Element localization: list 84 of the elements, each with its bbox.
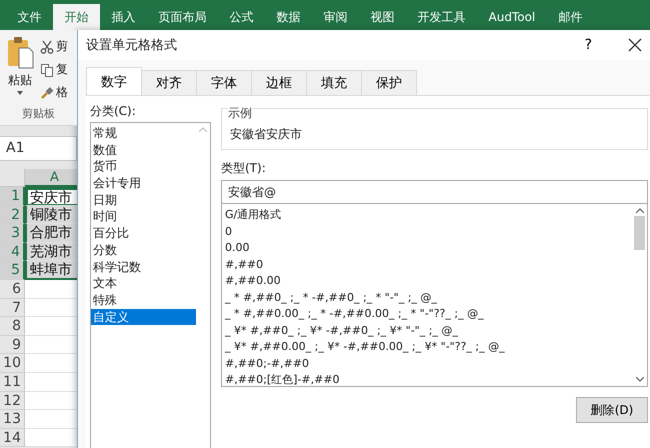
ribbon-tab[interactable]: 页面布局 — [147, 4, 218, 30]
copy-icon — [40, 62, 54, 76]
category-item[interactable]: 分数 — [91, 242, 196, 258]
scroll-up-icon[interactable] — [636, 208, 644, 213]
row-header[interactable]: 7 — [0, 298, 25, 318]
sample-title: 示例 — [228, 107, 252, 119]
ribbon-command[interactable]: 格 — [40, 84, 77, 101]
help-button[interactable]: ? — [578, 36, 598, 54]
delete-button[interactable]: 删除(D) — [576, 397, 648, 423]
paste-button[interactable]: 粘贴 — [0, 30, 40, 105]
dialog-title: 设置单元格格式 — [86, 37, 178, 54]
row-header[interactable]: 2 — [0, 206, 25, 224]
column-header[interactable]: A — [25, 169, 77, 187]
ribbon-tab[interactable]: 邮件 — [546, 4, 594, 30]
type-field[interactable]: 安徽省@ — [221, 180, 648, 204]
table-cell: 蚌埠市 — [25, 261, 77, 280]
table-cell: 铜陵市 — [25, 206, 77, 224]
format-item[interactable]: _ * #,##0_ ;_ * -#,##0_ ;_ * "-"_ ;_ @_ — [225, 290, 632, 306]
dialog-tab[interactable]: 字体 — [196, 70, 252, 95]
format-item[interactable]: _ * #,##0.00_ ;_ * -#,##0.00_ ;_ * "-"??_ ;_ @_ — [225, 306, 632, 322]
row-header[interactable]: 1 — [0, 187, 25, 206]
ribbon-tab[interactable]: AudTool — [477, 4, 547, 30]
category-item[interactable]: 会计专用 — [91, 175, 196, 192]
table-cell: 安庆市 — [25, 187, 77, 206]
row-header[interactable]: 5 — [0, 261, 25, 280]
category-item[interactable]: 自定义 — [91, 308, 196, 326]
category-item[interactable]: 货币 — [91, 158, 196, 176]
format-item[interactable]: #,##0;[红色]-#,##0 — [225, 372, 632, 388]
row-header[interactable]: 11 — [0, 372, 25, 392]
dialog-tab[interactable]: 填充 — [306, 70, 362, 95]
row-header[interactable]: 3 — [0, 224, 25, 243]
format-item[interactable]: 0.00 — [225, 240, 632, 256]
format-item[interactable]: _ ¥* #,##0.00_ ;_ ¥* -#,##0.00_ ;_ ¥* "-"??_ ;_ @_ — [225, 339, 632, 356]
ribbon-tab[interactable]: 文件 — [6, 4, 53, 30]
dialog-tab[interactable]: 数字 — [86, 67, 142, 95]
row-header[interactable]: 14 — [0, 428, 25, 448]
format-item[interactable]: #,##0 — [225, 256, 632, 273]
category-item[interactable]: 常规 — [91, 125, 196, 142]
category-item[interactable]: 百分比 — [91, 225, 196, 242]
row-header[interactable]: 13 — [0, 410, 25, 429]
format-item[interactable]: 0 — [225, 224, 632, 240]
row-header[interactable]: 9 — [0, 336, 25, 354]
ribbon-tab[interactable]: 审阅 — [312, 4, 359, 30]
category-item[interactable]: 数值 — [91, 142, 196, 158]
ribbon-tab[interactable]: 数据 — [265, 4, 312, 30]
format-item[interactable]: G/通用格式 — [225, 207, 632, 224]
table-cell: 芜湖市 — [25, 242, 77, 262]
row-header[interactable]: 12 — [0, 392, 25, 410]
category-item[interactable]: 时间 — [91, 208, 196, 226]
dialog-tab[interactable]: 对齐 — [141, 70, 197, 95]
category-item[interactable]: 日期 — [91, 192, 196, 208]
caret-icon — [17, 91, 23, 95]
row-header[interactable]: 6 — [0, 280, 25, 299]
category-label: 分类(C): — [90, 104, 137, 118]
type-label: 类型(T): — [221, 160, 267, 176]
format-item[interactable]: #,##0.00 — [225, 273, 632, 290]
sample-value: 安徽省安庆市 — [229, 126, 303, 143]
table-cell: 合肥市 — [25, 224, 77, 243]
close-icon — [628, 38, 642, 52]
dialog-tab[interactable]: 保护 — [361, 70, 417, 95]
row-header[interactable]: 8 — [0, 317, 25, 336]
category-item[interactable]: 特殊 — [91, 292, 196, 309]
ribbon-command[interactable]: 复 — [40, 61, 77, 78]
scroll-thumb[interactable] — [634, 216, 645, 250]
row-header[interactable]: 4 — [0, 242, 25, 262]
ribbon-tab[interactable]: 开始 — [53, 4, 100, 30]
name-box[interactable]: A1 — [0, 136, 77, 161]
format-item[interactable]: _ ¥* #,##0_ ;_ ¥* -#,##0_ ;_ ¥* "-"_ ;_ @_ — [225, 322, 632, 339]
scissors-icon — [40, 40, 54, 54]
row-header[interactable]: 10 — [0, 354, 25, 373]
ribbon-tab[interactable]: 插入 — [100, 4, 147, 30]
ribbon-tab[interactable]: 视图 — [359, 4, 406, 30]
clipboard-icon — [6, 36, 34, 70]
close-button[interactable] — [628, 38, 642, 52]
format-item[interactable]: #,##0;-#,##0 — [225, 356, 632, 372]
ribbon-tab[interactable]: 开发工具 — [406, 4, 477, 30]
category-item[interactable]: 科学记数 — [91, 258, 196, 276]
group-label: 剪贴板 — [21, 106, 56, 122]
dialog-tab[interactable]: 边框 — [251, 70, 307, 95]
ribbon-command[interactable]: 剪 — [40, 38, 77, 55]
category-item[interactable]: 文本 — [91, 275, 196, 292]
scroll-down-icon[interactable] — [636, 377, 644, 382]
brush-icon — [40, 86, 54, 100]
ribbon-tab[interactable]: 公式 — [218, 4, 265, 30]
